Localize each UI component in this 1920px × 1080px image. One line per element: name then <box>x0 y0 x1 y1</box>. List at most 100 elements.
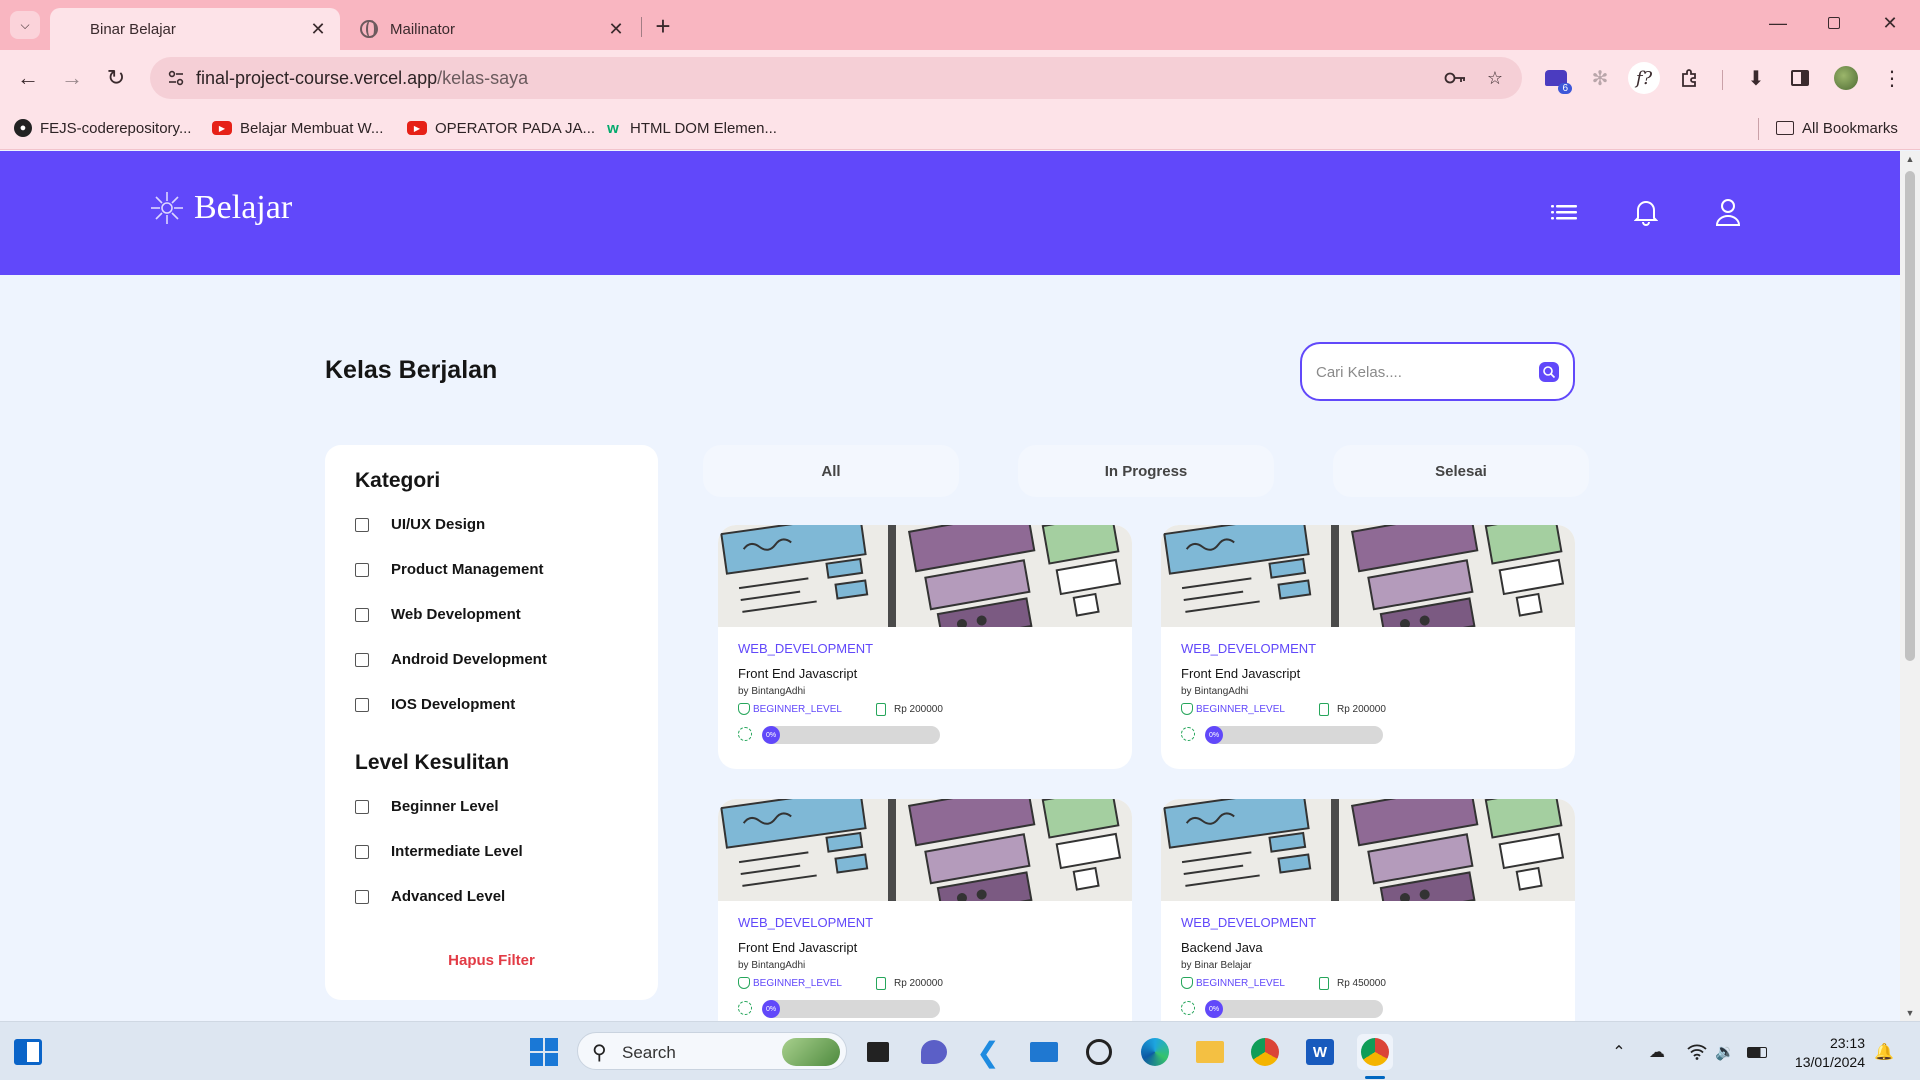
chevron-up-icon[interactable]: ⌃ <box>1607 1040 1631 1064</box>
widgets-icon[interactable] <box>10 1034 46 1070</box>
taskbar-search[interactable]: ⚲ Search <box>577 1032 847 1070</box>
onedrive-cloud-icon[interactable]: ☁ <box>1645 1040 1669 1064</box>
address-bar[interactable]: final-project-course.vercel.app/kelas-sa… <box>150 57 1522 99</box>
bookmark-star-icon[interactable]: ☆ <box>1482 65 1508 91</box>
all-bookmarks-button[interactable]: All Bookmarks <box>1776 116 1898 140</box>
whatsapp-icon[interactable] <box>1081 1034 1117 1070</box>
web-page: Belajar Kelas Berjalan Kategori UI/UX De… <box>0 151 1900 1021</box>
course-thumbnail <box>1161 799 1575 901</box>
extension-sparkle-icon[interactable]: ✻ <box>1584 62 1616 94</box>
filter-option-web-development[interactable]: Web Development <box>355 606 521 623</box>
course-card[interactable]: WEB_DEVELOPMENT Front End Javascript by … <box>718 799 1132 1021</box>
extensions-puzzle-icon[interactable] <box>1674 62 1706 94</box>
start-button[interactable] <box>526 1034 562 1070</box>
password-key-icon[interactable] <box>1442 65 1468 91</box>
filter-option-android-development[interactable]: Android Development <box>355 651 547 668</box>
chrome-profile-icon[interactable] <box>1357 1034 1393 1070</box>
category-filter-title: Kategori <box>355 469 441 492</box>
course-category: WEB_DEVELOPMENT <box>1181 641 1317 656</box>
checkbox[interactable] <box>355 697 369 712</box>
forward-button[interactable]: → <box>54 60 90 96</box>
youtube-icon: ▶ <box>407 121 427 135</box>
user-icon[interactable] <box>1711 195 1745 229</box>
teams-chat-icon[interactable] <box>916 1034 952 1070</box>
course-list-icon[interactable] <box>1547 195 1581 229</box>
checkbox[interactable] <box>355 844 369 859</box>
word-icon[interactable]: W <box>1302 1034 1338 1070</box>
page-scrollbar[interactable]: ▲ ▼ <box>1900 151 1920 1021</box>
filter-option-product-management[interactable]: Product Management <box>355 561 544 578</box>
filter-option-beginner[interactable]: Beginner Level <box>355 798 499 815</box>
github-icon: ● <box>14 119 32 137</box>
checkbox[interactable] <box>355 607 369 622</box>
filter-option-ios-development[interactable]: IOS Development <box>355 696 515 713</box>
bookmark-item[interactable]: w HTML DOM Elemen... <box>604 116 777 140</box>
filter-option-uiux[interactable]: UI/UX Design <box>355 516 485 533</box>
file-explorer-icon[interactable] <box>1192 1034 1228 1070</box>
level-filter-title: Level Kesulitan <box>355 751 510 774</box>
course-card[interactable]: WEB_DEVELOPMENT Front End Javascript by … <box>1161 525 1575 769</box>
search-button[interactable] <box>1539 362 1559 382</box>
close-icon[interactable]: ✕ <box>304 15 332 43</box>
browser-tab-binar-belajar[interactable]: Binar Belajar ✕ <box>50 8 340 50</box>
progress-check-icon <box>1181 727 1195 741</box>
course-card[interactable]: WEB_DEVELOPMENT Front End Javascript by … <box>718 525 1132 769</box>
back-button[interactable]: ← <box>10 60 46 96</box>
filter-option-intermediate[interactable]: Intermediate Level <box>355 843 523 860</box>
progress-bar: 0% <box>1205 726 1383 744</box>
scroll-down-arrow-icon[interactable]: ▼ <box>1900 1005 1920 1021</box>
vscode-icon[interactable]: ❮ <box>970 1034 1006 1070</box>
tab-search-button[interactable]: ⌵ <box>10 11 40 39</box>
chrome-icon[interactable] <box>1247 1034 1283 1070</box>
checkbox[interactable] <box>355 517 369 532</box>
mail-icon[interactable] <box>1026 1034 1062 1070</box>
download-icon[interactable]: ⬇ <box>1740 62 1772 94</box>
more-menu-icon[interactable]: ⋮ <box>1876 62 1908 94</box>
minimize-button[interactable]: — <box>1750 0 1806 46</box>
bookmark-label: FEJS-coderepository... <box>40 119 192 137</box>
checkbox[interactable] <box>355 889 369 904</box>
profile-avatar[interactable] <box>1830 62 1862 94</box>
side-panel-icon[interactable] <box>1784 62 1816 94</box>
filter-option-advanced[interactable]: Advanced Level <box>355 888 505 905</box>
bookmark-label: Belajar Membuat W... <box>240 119 384 137</box>
formula-extension-icon[interactable]: f? <box>1628 62 1660 94</box>
volume-icon[interactable]: 🔉 <box>1713 1040 1737 1064</box>
checkbox[interactable] <box>355 652 369 667</box>
course-level: BEGINNER_LEVEL <box>738 977 842 989</box>
bookmark-item[interactable]: ▶ Belajar Membuat W... <box>212 116 383 140</box>
scroll-up-arrow-icon[interactable]: ▲ <box>1900 151 1920 167</box>
tab-selesai[interactable]: Selesai <box>1333 445 1589 497</box>
tab-in-progress[interactable]: In Progress <box>1018 445 1274 497</box>
browser-tab-mailinator[interactable]: Mailinator ✕ <box>348 8 638 50</box>
bookmark-item[interactable]: ▶ OPERATOR PADA JA... <box>407 116 595 140</box>
restore-button[interactable] <box>1806 0 1862 46</box>
checkbox[interactable] <box>355 562 369 577</box>
site-info-icon[interactable] <box>164 66 188 90</box>
course-price-label: Rp 200000 <box>894 704 943 715</box>
tab-all[interactable]: All <box>703 445 959 497</box>
course-price-label: Rp 450000 <box>1337 978 1386 989</box>
toolbar-divider <box>1722 70 1723 90</box>
search-input[interactable] <box>1316 360 1516 384</box>
bookmark-item[interactable]: ● FEJS-coderepository... <box>14 116 191 140</box>
close-icon[interactable]: ✕ <box>602 15 630 43</box>
new-tab-button[interactable]: + <box>648 11 678 41</box>
task-view-icon[interactable] <box>860 1034 896 1070</box>
progress-bar: 0% <box>1205 1000 1383 1018</box>
extension-badge-icon[interactable]: 6 <box>1540 62 1572 94</box>
scrollbar-thumb[interactable] <box>1905 171 1915 661</box>
bell-icon[interactable] <box>1629 195 1663 229</box>
course-title: Front End Javascript <box>738 940 858 955</box>
edge-icon[interactable] <box>1137 1034 1173 1070</box>
checkbox[interactable] <box>355 799 369 814</box>
battery-icon[interactable] <box>1745 1040 1769 1064</box>
wifi-icon[interactable] <box>1685 1040 1709 1064</box>
brand-logo-link[interactable]: Belajar <box>148 189 292 227</box>
reload-button[interactable]: ↻ <box>98 60 134 96</box>
notification-bell-icon[interactable]: 🔔 <box>1872 1040 1896 1064</box>
course-card[interactable]: WEB_DEVELOPMENT Backend Java by Binar Be… <box>1161 799 1575 1021</box>
system-clock[interactable]: 23:13 13/01/2024 <box>1785 1034 1865 1072</box>
clear-filter-button[interactable]: Hapus Filter <box>325 952 658 969</box>
window-close-button[interactable]: ✕ <box>1862 0 1918 46</box>
